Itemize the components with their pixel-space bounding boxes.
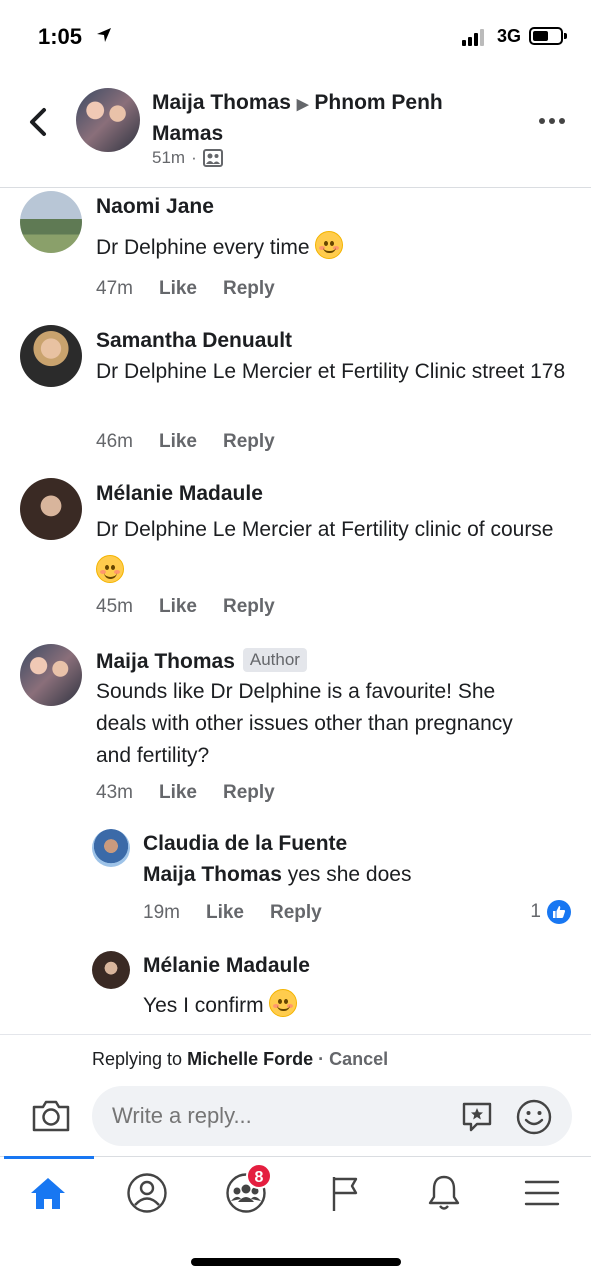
notification-badge: 8 [246,1163,272,1189]
comment: Maija Thomas Author Sounds like Dr Delphi… [0,642,591,827]
comment-actions: 43m Like Reply [96,782,275,804]
reply-comment: Mélanie Madaule Yes I confirm [0,949,591,1034]
comment-time: 45m [96,596,133,617]
winking-face-icon [269,989,298,1017]
cancel-reply-button[interactable]: · Cancel [318,1049,388,1069]
location-arrow-icon [97,28,111,42]
avatar[interactable] [20,191,82,253]
comment-time: 19m [143,902,180,923]
triangle-right-icon: ▶ [296,96,309,113]
like-button[interactable]: Like [206,902,244,924]
active-tab-indicator [4,1156,94,1159]
back-arrow-icon[interactable] [24,102,54,142]
comment-actions: 19m Like Reply [143,902,322,924]
comment-author[interactable]: Mélanie Madaule [143,954,310,978]
replying-to-name: Michelle Forde [187,1049,314,1069]
avatar[interactable] [20,325,82,387]
comment-time: 47m [96,278,133,299]
comment: Naomi Jane Dr Delphine every time 47m Li… [0,189,591,323]
author-avatar[interactable] [76,88,140,152]
reaction-count[interactable]: 1 [530,900,571,924]
tab-profile[interactable] [117,1169,177,1217]
tab-notifications[interactable] [414,1169,474,1217]
post-header: Maija Thomas ▶ Phnom Penh Mamas 51m · [0,72,591,188]
status-bar: 1:05 3G [0,0,591,72]
reply-button[interactable]: Reply [223,431,275,453]
comment-author[interactable]: Claudia de la Fuente [143,832,347,856]
sticker-icon[interactable] [459,1098,495,1134]
post-meta: 51m · [152,148,223,168]
reply-button[interactable]: Reply [270,902,322,924]
profile-icon [127,1173,167,1213]
post-time[interactable]: 51m [152,148,185,168]
home-indicator [191,1258,401,1266]
comment-text: Dr Delphine Le Mercier at Fertility clin… [96,509,556,593]
comment-text: Maija Thomas yes she does [143,863,412,886]
avatar[interactable] [20,644,82,706]
tab-groups[interactable]: 8 [216,1163,276,1217]
comment-author: Maija Thomas Author [96,648,307,674]
comment-time: 46m [96,431,133,452]
tab-home[interactable] [18,1169,78,1217]
group-privacy-icon [202,149,223,167]
comment: Samantha Denuault Dr Delphine Le Mercier… [0,323,591,478]
like-button[interactable]: Like [159,431,197,453]
comment-time: 43m [96,782,133,803]
bottom-tab-bar: 8 [0,1156,591,1228]
reply-comment: Claudia de la Fuente Maija Thomas yes sh… [0,827,591,949]
reply-button[interactable]: Reply [223,278,275,300]
comment-author[interactable]: Samantha Denuault [96,329,292,353]
flag-icon [332,1177,358,1211]
reply-button[interactable]: Reply [223,782,275,804]
comment-text: Sounds like Dr Delphine is a favourite! … [96,680,513,767]
like-button[interactable]: Like [159,782,197,804]
like-button[interactable]: Like [159,278,197,300]
reply-input[interactable] [92,1086,572,1146]
comment-text: Dr Delphine Le Mercier et Fertility Clin… [96,360,566,383]
signal-icon [462,29,484,46]
network-type: 3G [497,26,522,46]
bell-icon [428,1175,460,1210]
battery-icon [529,27,567,45]
comment-author[interactable]: Mélanie Madaule [96,482,263,506]
thumbs-up-icon [547,900,571,924]
comment-author[interactable]: Naomi Jane [96,195,214,219]
comment-actions: 45m Like Reply [96,596,275,618]
post-author[interactable]: Maija Thomas [152,91,291,114]
meta-separator: · [191,148,197,167]
status-time: 1:05 [38,24,83,49]
post-title: Maija Thomas ▶ Phnom Penh Mamas [152,88,512,148]
avatar[interactable] [92,951,130,989]
avatar[interactable] [20,478,82,540]
author-badge: Author [242,648,307,672]
replying-to-bar: Replying to Michelle Forde · Cancel [0,1034,591,1082]
comment: Mélanie Madaule Dr Delphine Le Mercier a… [0,476,591,642]
comments-list: Naomi Jane Dr Delphine every time 47m Li… [0,189,591,1034]
reply-composer [0,1082,591,1156]
comment-actions: 47m Like Reply [96,278,275,300]
reply-button[interactable]: Reply [223,596,275,618]
avatar[interactable] [92,829,130,867]
mention-link[interactable]: Maija Thomas [143,863,282,886]
comment-actions: 46m Like Reply [96,431,275,453]
tab-pages[interactable] [315,1169,375,1217]
smiling-face-with-smiling-eyes-icon [96,555,124,583]
menu-icon [524,1180,560,1206]
like-button[interactable]: Like [159,596,197,618]
camera-icon[interactable] [30,1098,72,1134]
smiling-face-icon [315,231,344,259]
tab-menu[interactable] [512,1169,572,1217]
home-icon [31,1178,65,1209]
comment-text: Yes I confirm [143,989,563,1022]
comment-text: Dr Delphine every time [96,231,566,264]
emoji-picker-icon[interactable] [515,1098,553,1136]
more-options-icon[interactable] [539,118,565,124]
